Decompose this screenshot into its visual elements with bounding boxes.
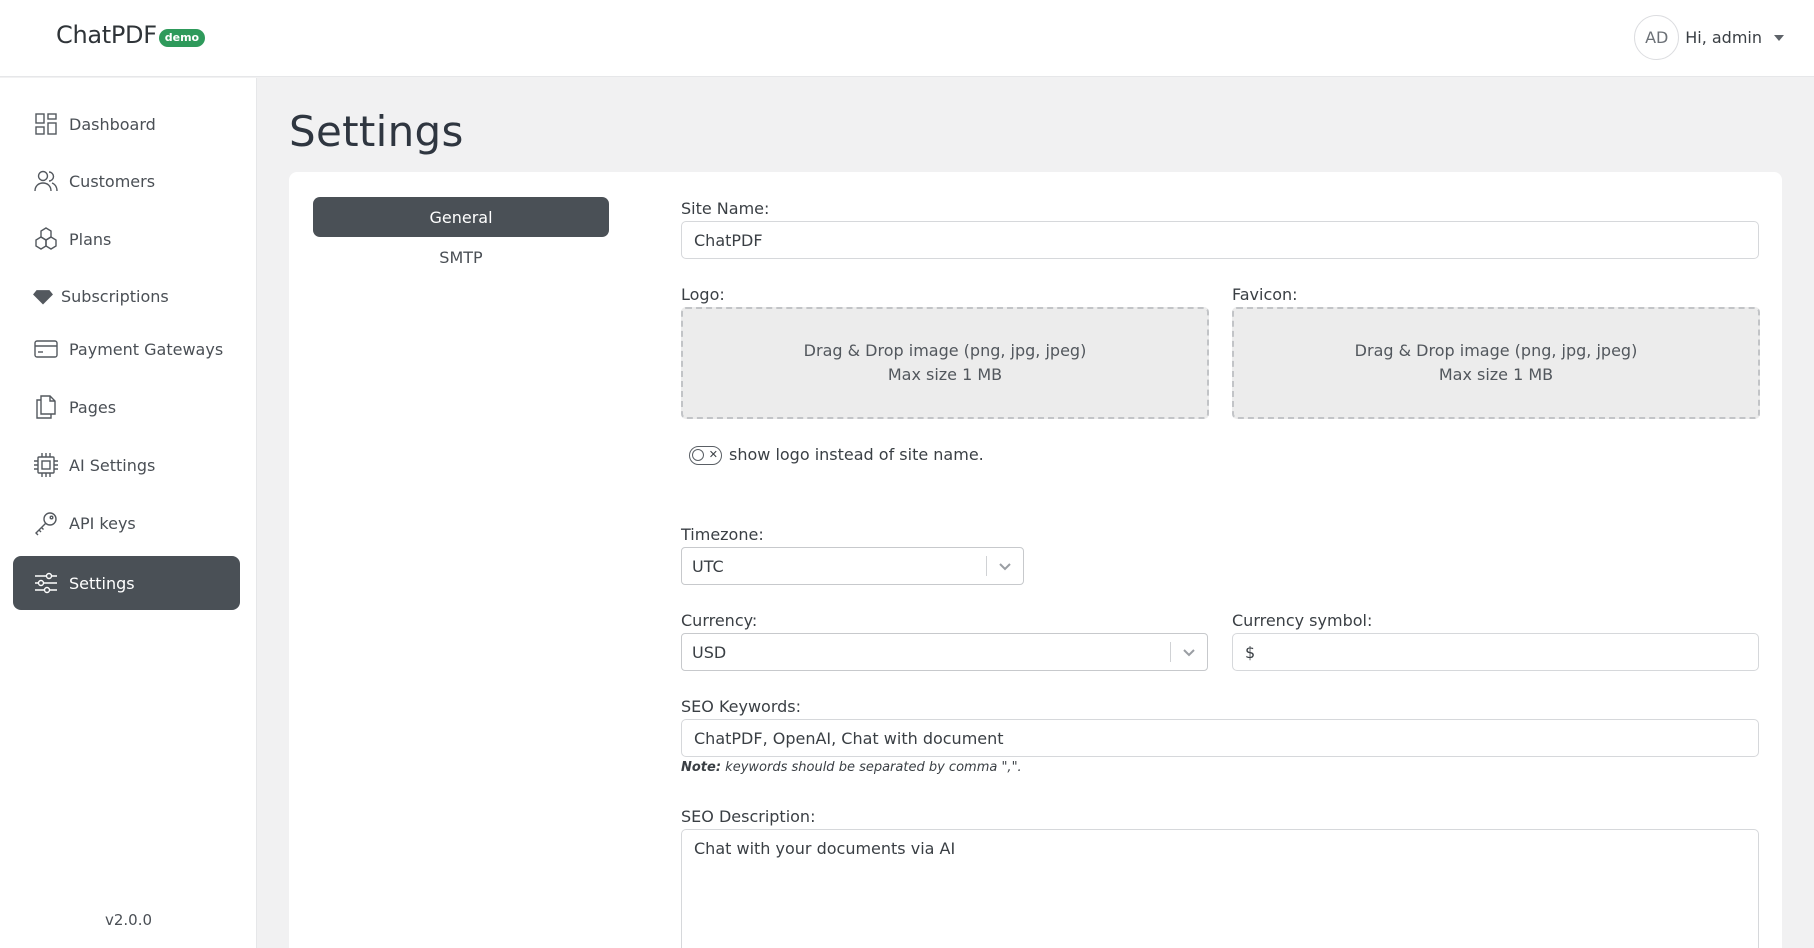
note-prefix: Note: bbox=[681, 760, 722, 775]
keywords-note: Note: keywords should be separated by co… bbox=[681, 760, 1022, 775]
favicon-label: Favicon: bbox=[1232, 285, 1298, 304]
dropzone-size-text: Max size 1 MB bbox=[887, 365, 1003, 384]
top-bar: ChatPDF demo AD Hi, admin bbox=[0, 0, 1814, 77]
currency-label: Currency: bbox=[681, 611, 758, 630]
sidebar-item-dashboard[interactable]: Dashboard bbox=[13, 97, 240, 151]
show-logo-toggle[interactable]: ✕ bbox=[689, 446, 722, 465]
sidebar-item-customers[interactable]: Customers bbox=[13, 154, 240, 208]
sidebar-item-label: Dashboard bbox=[69, 114, 156, 134]
timezone-select[interactable]: UTC bbox=[681, 547, 1024, 585]
toggle-off-icon: ✕ bbox=[708, 448, 718, 461]
site-name-input[interactable] bbox=[681, 221, 1759, 259]
credit-card-icon bbox=[33, 336, 59, 362]
sidebar-item-label: AI Settings bbox=[69, 455, 156, 475]
sidebar-item-label: API keys bbox=[69, 513, 136, 533]
sidebar-item-payment-gateways[interactable]: Payment Gateways bbox=[13, 322, 240, 376]
tab-smtp[interactable]: SMTP bbox=[313, 237, 609, 277]
key-icon bbox=[33, 510, 59, 536]
brand-name: ChatPDF bbox=[56, 21, 157, 49]
currency-select[interactable]: USD bbox=[681, 633, 1208, 671]
seo-description-textarea[interactable]: Chat with your documents via AI bbox=[681, 829, 1759, 948]
cubes-icon bbox=[33, 226, 59, 252]
user-greeting: Hi, admin bbox=[1685, 28, 1762, 47]
currency-value: USD bbox=[692, 642, 727, 662]
sidebar-item-ai-settings[interactable]: AI Settings bbox=[13, 438, 240, 492]
sliders-icon bbox=[33, 570, 59, 596]
currency-symbol-label: Currency symbol: bbox=[1232, 611, 1373, 630]
sidebar-item-label: Settings bbox=[69, 573, 135, 593]
page-title: Settings bbox=[289, 107, 464, 156]
logo-label: Logo: bbox=[681, 285, 725, 304]
currency-symbol-input[interactable] bbox=[1232, 633, 1759, 671]
cpu-icon bbox=[33, 452, 59, 478]
sidebar-item-subscriptions[interactable]: Subscriptions bbox=[13, 269, 240, 323]
timezone-value: UTC bbox=[692, 556, 724, 576]
tab-general[interactable]: General bbox=[313, 197, 609, 237]
sidebar-item-label: Customers bbox=[69, 171, 156, 191]
note-text: keywords should be separated by comma ",… bbox=[721, 760, 1022, 775]
show-logo-label: show logo instead of site name. bbox=[729, 445, 984, 464]
seo-keywords-input[interactable] bbox=[681, 719, 1759, 757]
pages-icon bbox=[33, 394, 59, 420]
seo-keywords-label: SEO Keywords: bbox=[681, 697, 802, 716]
seo-description-label: SEO Description: bbox=[681, 807, 816, 826]
sidebar-item-plans[interactable]: Plans bbox=[13, 212, 240, 266]
app-version: v2.0.0 bbox=[104, 911, 153, 929]
sidebar-item-settings[interactable]: Settings bbox=[13, 556, 240, 610]
avatar: AD bbox=[1634, 15, 1680, 60]
site-name-label: Site Name: bbox=[681, 199, 770, 218]
timezone-label: Timezone: bbox=[681, 525, 764, 544]
sidebar: Dashboard Customers Plans Subscriptions … bbox=[0, 78, 257, 948]
sidebar-item-label: Plans bbox=[69, 229, 112, 249]
favicon-dropzone[interactable]: Drag & Drop image (png, jpg, jpeg) Max s… bbox=[1232, 307, 1760, 419]
toggle-knob bbox=[692, 449, 704, 461]
sidebar-item-label: Payment Gateways bbox=[69, 339, 224, 359]
logo-dropzone[interactable]: Drag & Drop image (png, jpg, jpeg) Max s… bbox=[681, 307, 1209, 419]
dashboard-icon bbox=[33, 111, 59, 137]
caret-down-icon bbox=[1774, 34, 1784, 41]
sidebar-item-pages[interactable]: Pages bbox=[13, 380, 240, 434]
dropzone-text: Drag & Drop image (png, jpg, jpeg) bbox=[803, 341, 1087, 360]
diamond-icon bbox=[33, 283, 53, 309]
sidebar-item-label: Subscriptions bbox=[61, 286, 169, 306]
demo-badge: demo bbox=[158, 29, 206, 47]
dropzone-size-text: Max size 1 MB bbox=[1438, 365, 1554, 384]
brand-logo[interactable]: ChatPDF demo bbox=[56, 21, 206, 49]
sidebar-item-api-keys[interactable]: API keys bbox=[13, 496, 240, 550]
sidebar-item-label: Pages bbox=[69, 397, 117, 417]
chevron-down-icon bbox=[1171, 645, 1207, 659]
dropzone-text: Drag & Drop image (png, jpg, jpeg) bbox=[1354, 341, 1638, 360]
users-icon bbox=[33, 168, 59, 194]
chevron-down-icon bbox=[987, 559, 1023, 573]
user-menu[interactable]: AD Hi, admin bbox=[1634, 15, 1784, 60]
